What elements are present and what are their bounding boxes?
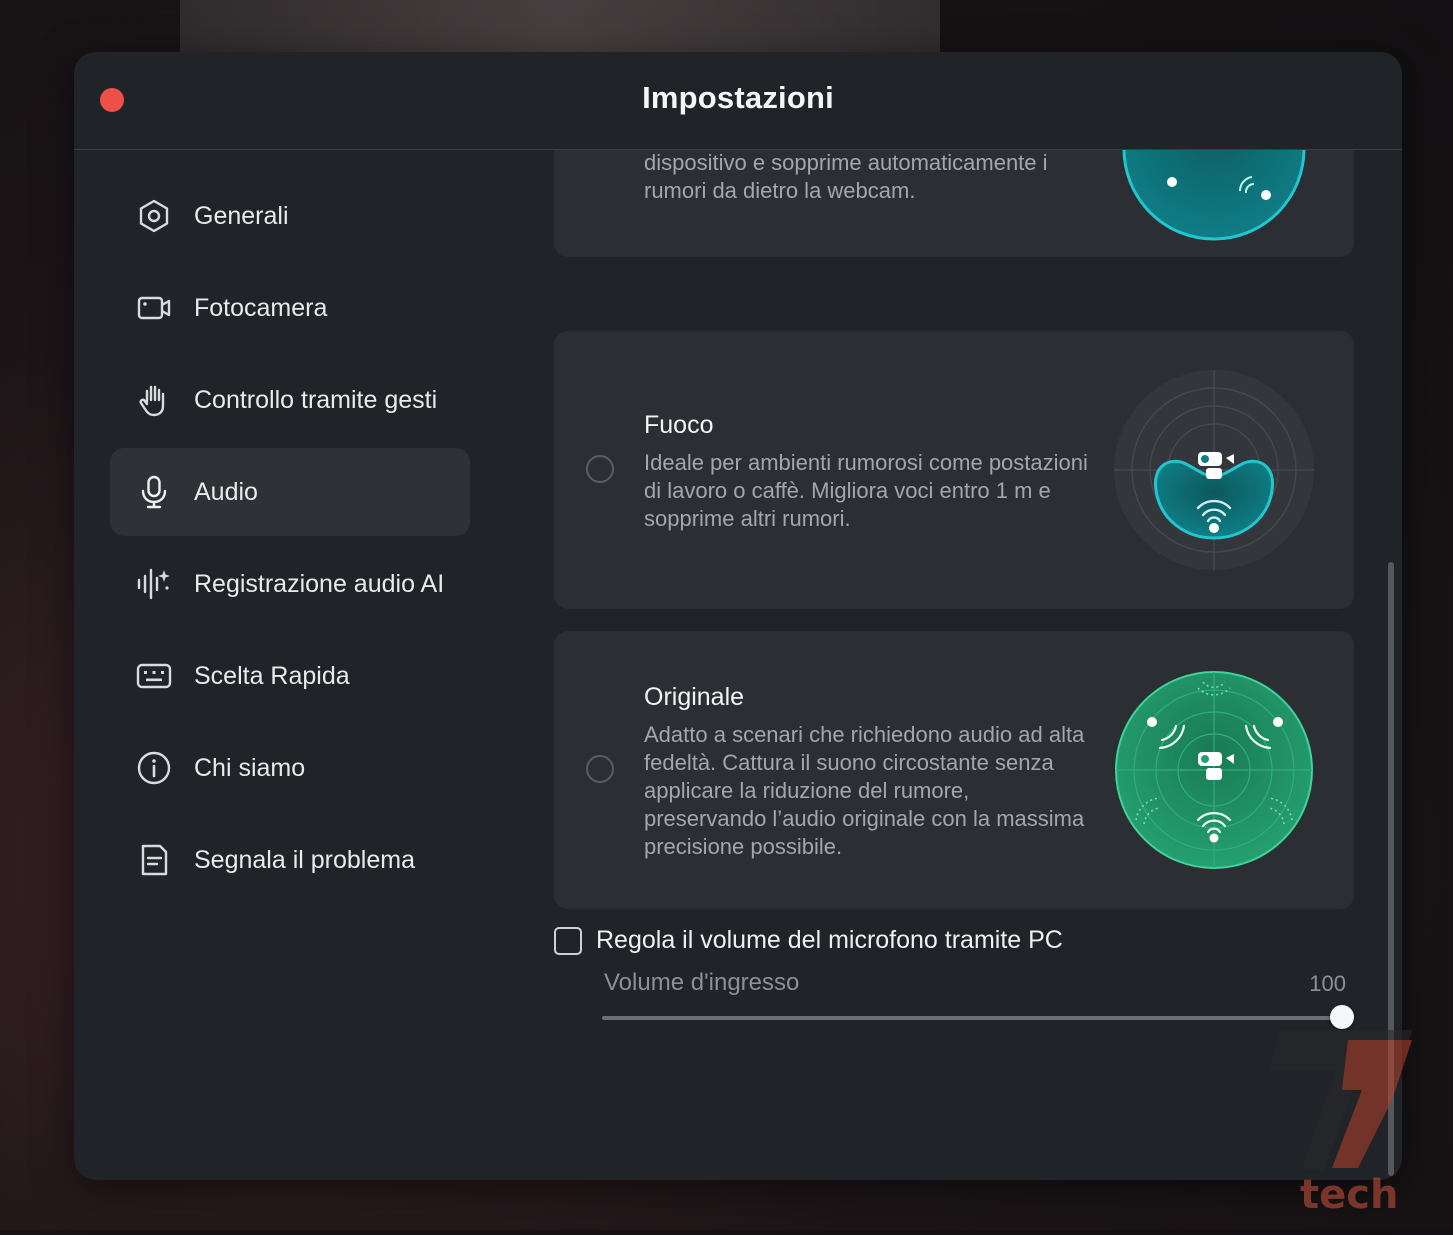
microphone-icon xyxy=(136,474,172,510)
mode-radio-fuoco[interactable] xyxy=(586,455,614,483)
audio-settings-panel: dispositivo e sopprime automaticamente i… xyxy=(554,149,1354,1180)
mode-card-partial[interactable]: dispositivo e sopprime automaticamente i… xyxy=(554,149,1354,257)
mode-description: Ideale per ambienti rumorosi come postaz… xyxy=(644,450,1088,531)
sidebar-item-registrazione[interactable]: Registrazione audio AI xyxy=(110,540,470,628)
input-volume-value: 100 xyxy=(1309,971,1346,996)
sidebar: Generali Fotocamera Controllo tramite ge… xyxy=(110,172,470,908)
sidebar-item-label: Segnala il problema xyxy=(194,845,415,874)
sidebar-item-label: Generali xyxy=(194,201,289,230)
sidebar-item-gesti[interactable]: Controllo tramite gesti xyxy=(110,356,470,444)
hexagon-settings-icon xyxy=(136,198,172,234)
mode-description: Adatto a scenari che richiedono audio ad… xyxy=(644,722,1085,859)
hand-icon xyxy=(136,382,172,418)
sidebar-item-label: Controllo tramite gesti xyxy=(194,385,438,414)
sidebar-item-chi-siamo[interactable]: Chi siamo xyxy=(110,724,470,812)
sidebar-item-generali[interactable]: Generali xyxy=(110,172,470,260)
mic-volume-checkbox[interactable] xyxy=(554,926,582,955)
mode-description: dispositivo e sopprime automaticamente i… xyxy=(644,150,1048,203)
info-icon xyxy=(136,750,172,786)
slider-thumb[interactable] xyxy=(1330,1005,1354,1029)
sidebar-item-label: Chi siamo xyxy=(194,753,306,782)
keyboard-icon xyxy=(136,658,172,694)
slider-fill xyxy=(602,1016,1344,1020)
mic-volume-toggle[interactable]: Regola il volume del microfono tramite P… xyxy=(554,926,1063,955)
mode-card-originale[interactable]: Originale Adatto a scenari che richiedon… xyxy=(554,631,1354,909)
camera-icon xyxy=(136,290,172,326)
sidebar-item-label: Registrazione audio AI xyxy=(194,569,445,598)
sidebar-item-fotocamera[interactable]: Fotocamera xyxy=(110,264,470,352)
mode-illustration xyxy=(1114,370,1314,570)
background-blur xyxy=(180,0,940,60)
sidebar-item-label: Fotocamera xyxy=(194,293,328,322)
sidebar-item-label: Scelta Rapida xyxy=(194,661,350,690)
title-bar: Impostazioni xyxy=(74,52,1402,150)
sidebar-item-scelta-rapida[interactable]: Scelta Rapida xyxy=(110,632,470,720)
mode-radio-originale[interactable] xyxy=(586,755,614,783)
mode-title: Originale xyxy=(644,683,745,711)
window-title: Impostazioni xyxy=(642,80,834,115)
sidebar-item-audio[interactable]: Audio xyxy=(110,448,470,536)
mode-illustration xyxy=(1114,670,1314,870)
sidebar-item-label: Audio xyxy=(194,477,258,506)
watermark-text: tech xyxy=(1300,1172,1399,1218)
input-volume-label: Volume d'ingresso xyxy=(604,969,800,996)
input-volume-slider[interactable] xyxy=(602,1005,1354,1029)
mic-volume-label: Regola il volume del microfono tramite P… xyxy=(596,926,1063,954)
mode-card-fuoco[interactable]: Fuoco Ideale per ambienti rumorosi come … xyxy=(554,331,1354,609)
report-icon xyxy=(136,842,172,878)
mode-title: Fuoco xyxy=(644,411,714,439)
mode-illustration xyxy=(1114,149,1314,249)
ai-waveform-icon xyxy=(136,566,172,602)
sidebar-item-segnala[interactable]: Segnala il problema xyxy=(110,816,470,904)
settings-window: Impostazioni Generali Fotocamera Control… xyxy=(74,52,1402,1180)
